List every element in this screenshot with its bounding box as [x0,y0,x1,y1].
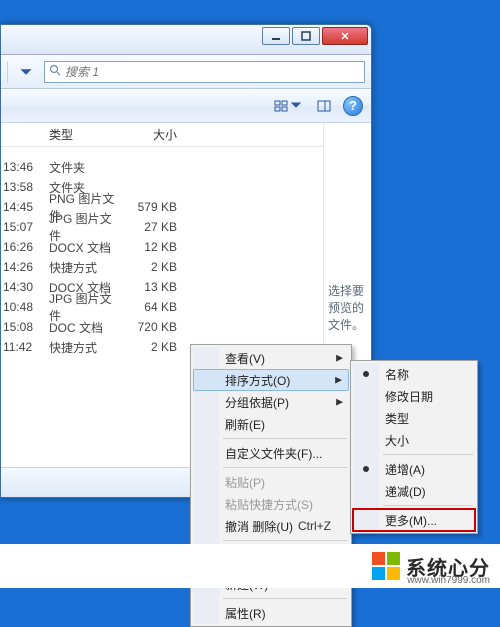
menu-separator [223,598,347,599]
watermark-footer: 系统心分 www.win7999.com [0,544,500,588]
preview-pane-button[interactable] [311,95,337,117]
help-button[interactable]: ? [343,96,363,116]
list-row[interactable]: 15:07JPG 图片文件27 KB [1,217,323,237]
col-header-type[interactable]: 类型 [45,126,117,143]
list-row[interactable]: 16:26DOCX 文档12 KB [1,237,323,257]
radio-dot-icon [363,371,369,377]
maximize-button[interactable] [292,27,320,45]
menu-item-sort[interactable]: 排序方式(O)▶ [193,369,349,391]
menu-item-properties[interactable]: 属性(R) [193,602,349,624]
list-header[interactable]: 类型 大小 [1,123,323,147]
sort-by-type[interactable]: 类型 [353,407,475,429]
menu-item-paste-shortcut: 粘贴快捷方式(S) [193,493,349,515]
menu-separator [383,454,473,455]
menu-item-view[interactable]: 查看(V)▶ [193,347,349,369]
toolbar: ? [1,89,371,123]
sort-by-name[interactable]: 名称 [353,363,475,385]
nav-bar [1,55,371,89]
sort-descending[interactable]: 递减(D) [353,480,475,502]
menu-separator [223,540,347,541]
sort-by-size[interactable]: 大小 [353,429,475,451]
col-header-size[interactable]: 大小 [117,126,197,143]
list-row[interactable]: 13:46文件夹 [1,157,323,177]
submenu-arrow-icon: ▶ [336,353,343,364]
list-body: 13:46文件夹 13:58文件夹 14:45PNG 图片文件579 KB 15… [1,147,323,357]
menu-item-group[interactable]: 分组依据(P)▶ [193,391,349,413]
nav-separator [7,61,8,83]
submenu-arrow-icon: ▶ [336,397,343,408]
radio-dot-icon [363,466,369,472]
windows-logo-icon [372,552,400,580]
search-input[interactable] [65,65,360,79]
menu-item-paste: 粘贴(P) [193,471,349,493]
sort-by-date[interactable]: 修改日期 [353,385,475,407]
keyboard-shortcut: Ctrl+Z [298,519,331,533]
menu-item-refresh[interactable]: 刷新(E) [193,413,349,435]
menu-separator [223,467,347,468]
menu-separator [223,438,347,439]
list-row[interactable]: 14:26快捷方式2 KB [1,257,323,277]
close-button[interactable] [322,27,368,45]
menu-item-undo[interactable]: 撤消 删除(U)Ctrl+Z [193,515,349,537]
search-box[interactable] [44,61,365,83]
title-bar [1,25,371,55]
list-row[interactable]: 15:08DOC 文档720 KB [1,317,323,337]
view-mode-button[interactable] [271,95,305,117]
submenu-arrow-icon: ▶ [335,375,342,386]
search-icon [49,63,61,81]
list-row[interactable]: 10:48JPG 图片文件64 KB [1,297,323,317]
sort-submenu: 名称 修改日期 类型 大小 递增(A) 递减(D) 更多(M)... [350,360,478,534]
menu-separator [383,505,473,506]
dropdown-button[interactable] [14,60,38,84]
minimize-button[interactable] [262,27,290,45]
menu-item-customize[interactable]: 自定义文件夹(F)... [193,442,349,464]
sort-more[interactable]: 更多(M)... [353,509,475,531]
sort-ascending[interactable]: 递增(A) [353,458,475,480]
watermark-url: www.win7999.com [407,575,490,586]
